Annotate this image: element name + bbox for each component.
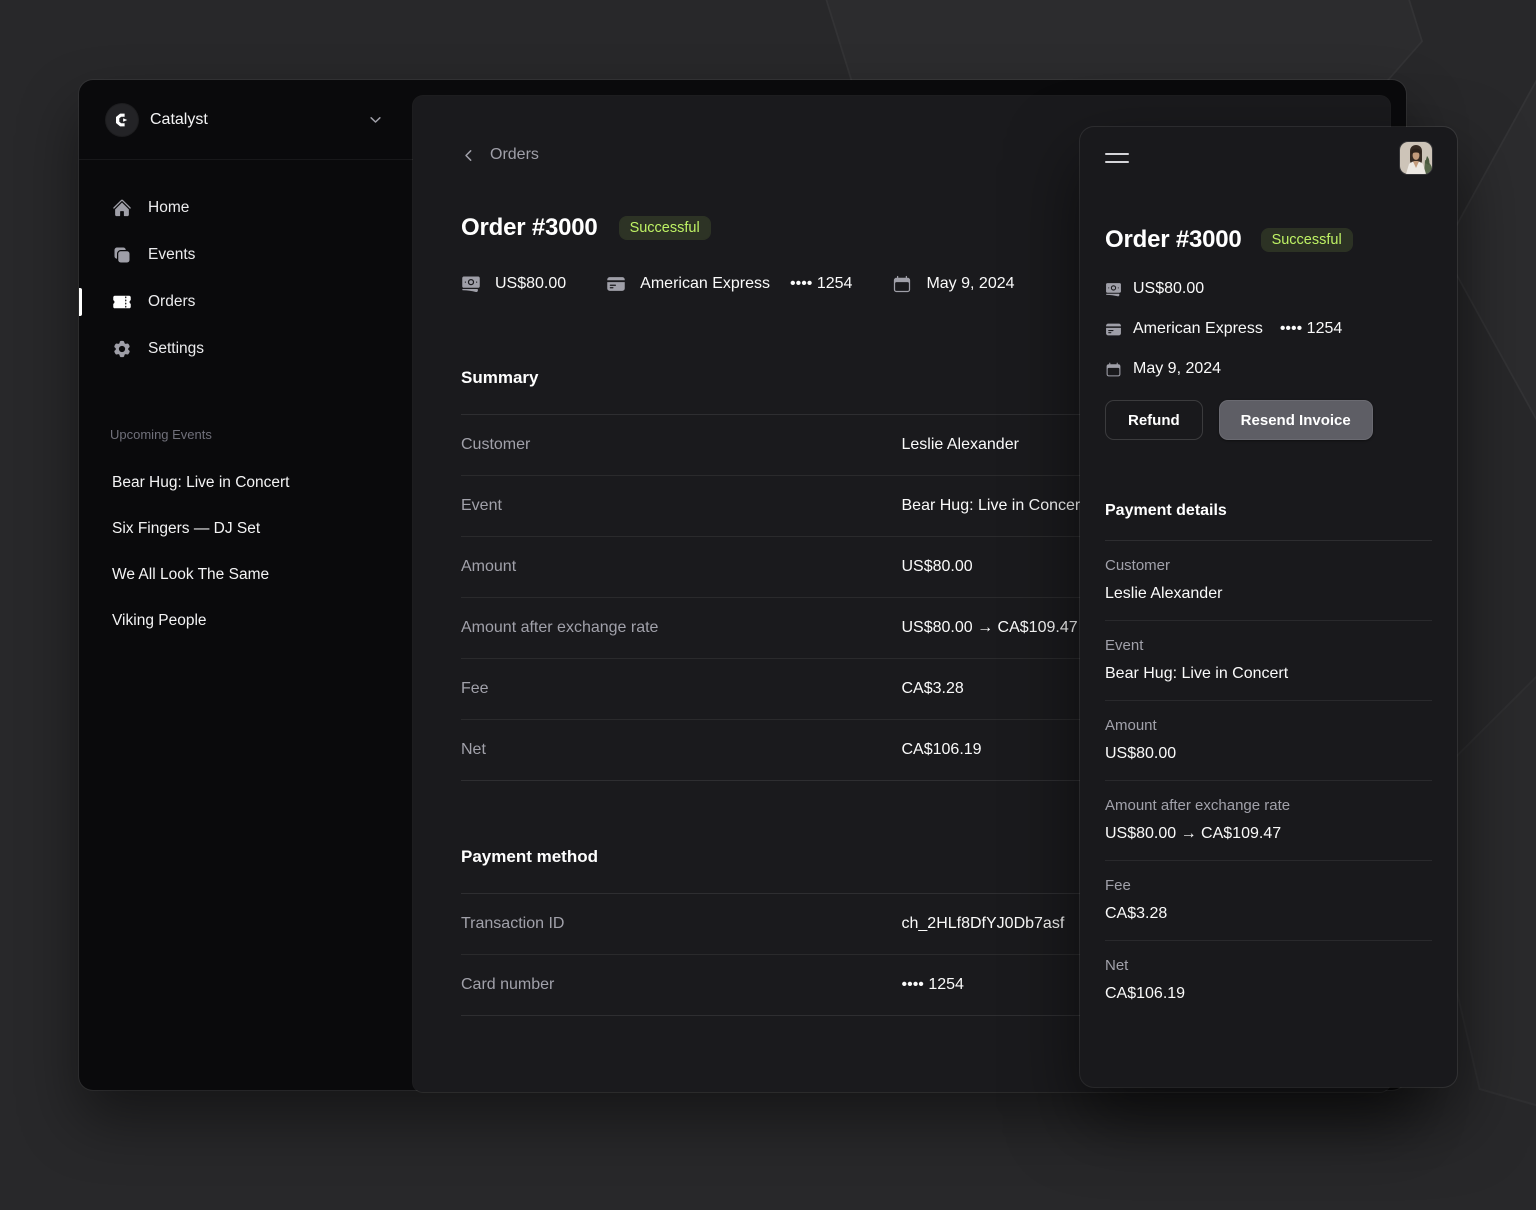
meta-card: American Express •••• 1254: [606, 274, 852, 294]
row-label: Amount: [1105, 717, 1432, 734]
catalyst-logo-icon: [106, 104, 138, 136]
calendar-icon: [892, 274, 912, 294]
payment-details-heading: Payment details: [1105, 502, 1432, 520]
page-title: Order #3000: [461, 214, 598, 242]
banknotes-icon: [461, 274, 481, 294]
row-label: Fee: [461, 680, 902, 698]
menu-icon[interactable]: [1105, 146, 1133, 170]
sidebar-item-label: Events: [148, 246, 195, 264]
meta-card: American Express •••• 1254: [1105, 320, 1432, 338]
row-label: Fee: [1105, 877, 1432, 894]
row-label: Transaction ID: [461, 915, 902, 933]
team-switcher[interactable]: Catalyst: [79, 80, 413, 160]
status-badge: Successful: [620, 217, 710, 239]
brand-name: Catalyst: [150, 111, 208, 129]
list-item: Amount after exchange rate US$80.00 → CA…: [1105, 780, 1432, 860]
gear-icon: [112, 339, 132, 359]
ticket-icon: [112, 292, 132, 312]
sidebar-nav: Home Events Orders Settings: [79, 190, 413, 367]
sidebar-item-label: Settings: [148, 340, 204, 358]
sidebar-event-link[interactable]: Bear Hug: Live in Concert: [93, 466, 399, 500]
list-item: Fee CA$3.28: [1105, 860, 1432, 940]
panel-order-meta: US$80.00 American Express •••• 1254 May …: [1105, 280, 1432, 378]
meta-date-value: May 9, 2024: [1133, 360, 1221, 378]
row-value: US$80.00 → CA$109.47: [1105, 825, 1432, 843]
payment-details-list: Customer Leslie Alexander Event Bear Hug…: [1105, 540, 1432, 1020]
mobile-panel: Order #3000 Successful US$80.00 American…: [1080, 127, 1457, 1087]
square-stack-icon: [112, 245, 132, 265]
row-value: US$80.00: [1105, 745, 1432, 763]
row-value: CA$3.28: [1105, 905, 1432, 923]
sidebar-item-label: Home: [148, 199, 189, 217]
list-item: Customer Leslie Alexander: [1105, 541, 1432, 620]
row-label: Card number: [461, 976, 902, 994]
chevron-down-icon: [368, 112, 383, 127]
row-label: Customer: [461, 436, 902, 454]
row-label: Amount: [461, 558, 902, 576]
row-label: Net: [461, 741, 902, 759]
meta-amount-value: US$80.00: [495, 275, 566, 293]
upcoming-events-heading: Upcoming Events: [93, 427, 399, 442]
list-item: Net CA$106.19: [1105, 940, 1432, 1020]
sidebar-event-link[interactable]: Viking People: [93, 604, 399, 638]
meta-amount: US$80.00: [461, 274, 566, 294]
sidebar-item-events[interactable]: Events: [93, 237, 399, 273]
meta-card-brand: American Express: [1133, 320, 1263, 338]
panel-title: Order #3000: [1105, 226, 1242, 254]
credit-card-icon: [1105, 321, 1122, 338]
sidebar: Catalyst Home Events: [79, 80, 413, 1090]
calendar-icon: [1105, 361, 1122, 378]
list-item: Event Bear Hug: Live in Concert: [1105, 620, 1432, 700]
sidebar-item-home[interactable]: Home: [93, 190, 399, 226]
meta-card-last4: •••• 1254: [1280, 320, 1342, 338]
meta-card-last4: •••• 1254: [790, 275, 852, 293]
row-label: Event: [461, 497, 902, 515]
meta-card-brand: American Express: [640, 275, 770, 293]
avatar[interactable]: [1400, 142, 1432, 174]
home-icon: [112, 198, 132, 218]
meta-date-value: May 9, 2024: [926, 275, 1014, 293]
list-item: Amount US$80.00: [1105, 700, 1432, 780]
row-label: Event: [1105, 637, 1432, 654]
meta-amount-value: US$80.00: [1133, 280, 1204, 298]
sidebar-event-link[interactable]: We All Look The Same: [93, 558, 399, 592]
sidebar-item-settings[interactable]: Settings: [93, 331, 399, 367]
banknotes-icon: [1105, 281, 1122, 298]
breadcrumb-label: Orders: [490, 146, 539, 164]
refund-button[interactable]: Refund: [1105, 400, 1203, 440]
breadcrumb[interactable]: Orders: [461, 146, 539, 164]
status-badge: Successful: [1262, 229, 1352, 251]
row-value: Leslie Alexander: [1105, 585, 1432, 603]
sidebar-event-link[interactable]: Six Fingers — DJ Set: [93, 512, 399, 546]
row-label: Net: [1105, 957, 1432, 974]
meta-amount: US$80.00: [1105, 280, 1432, 298]
resend-invoice-button[interactable]: Resend Invoice: [1219, 400, 1373, 440]
row-label: Customer: [1105, 557, 1432, 574]
meta-date: May 9, 2024: [1105, 360, 1432, 378]
meta-date: May 9, 2024: [892, 274, 1014, 294]
chevron-left-icon: [461, 148, 476, 163]
row-label: Amount after exchange rate: [461, 619, 902, 637]
row-value: CA$106.19: [1105, 985, 1432, 1003]
sidebar-item-orders[interactable]: Orders: [93, 284, 399, 320]
sidebar-item-label: Orders: [148, 293, 195, 311]
row-value: Bear Hug: Live in Concert: [1105, 665, 1432, 683]
row-label: Amount after exchange rate: [1105, 797, 1432, 814]
credit-card-icon: [606, 274, 626, 294]
